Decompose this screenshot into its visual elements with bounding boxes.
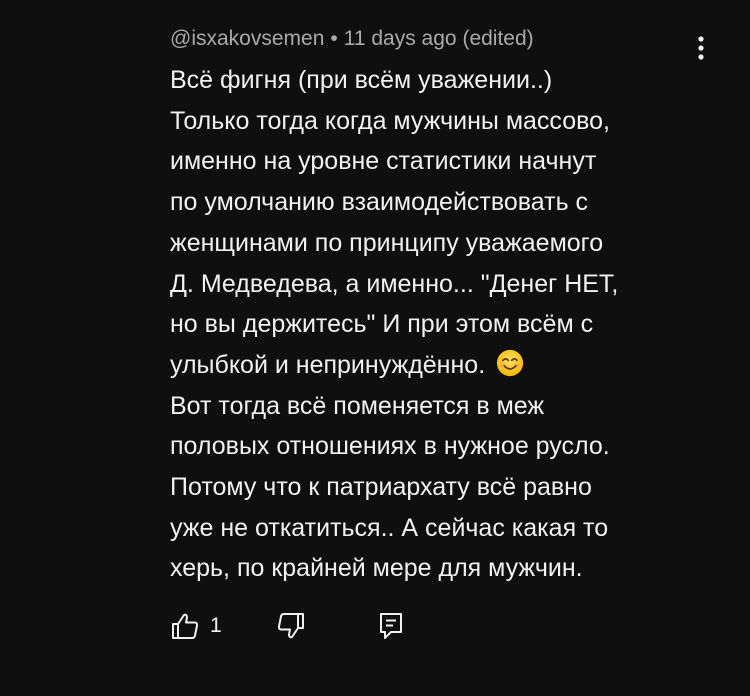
comment-text: Всё фигня (при всём уважении..) Только т…	[170, 60, 690, 589]
smiling-face-emoji	[496, 349, 524, 377]
comment-header: @isxakovsemen • 11 days ago (edited)	[170, 24, 690, 54]
comment-line-with-emoji: улыбкой и непринуждённо.	[170, 345, 690, 386]
comment-line: Всё фигня (при всём уважении..)	[170, 66, 553, 94]
comment-line: улыбкой и непринуждённо.	[170, 350, 486, 379]
thumb-up-icon	[172, 613, 199, 639]
comment-line: именно на уровне статистики начнут	[170, 147, 597, 176]
comment-line: Потому что к патриархату всё равно	[170, 473, 592, 502]
reply-icon	[379, 613, 402, 639]
timestamp[interactable]: 11 days ago	[344, 27, 457, 50]
reply-button[interactable]	[376, 611, 406, 641]
comment-line: Д. Медведева, а именно... "Денег НЕТ,	[170, 269, 619, 298]
edited-label: (edited)	[462, 27, 534, 50]
meta-separator: •	[330, 27, 338, 50]
comment-line: женщинами по принципу уважаемого	[170, 228, 604, 257]
comment: @isxakovsemen • 11 days ago (edited) Всё ф…	[170, 24, 690, 589]
comment-line: херь, по крайней мере для мужчин.	[170, 554, 583, 583]
comment-line: Только тогда когда мужчины массово,	[170, 106, 610, 135]
comment-line: половых отношениях в нужное русло.	[170, 432, 610, 461]
like-button[interactable]: 1	[170, 611, 222, 641]
author-handle[interactable]: @isxakovsemen	[170, 27, 324, 50]
comment-line: по умолчанию взаимодействовать с	[170, 188, 589, 217]
like-count: 1	[210, 614, 222, 637]
kebab-menu-icon[interactable]	[689, 32, 713, 64]
thumb-down-icon	[277, 613, 304, 639]
comment-line: но вы держитесь" И при этом всём с	[170, 310, 594, 339]
dislike-button[interactable]	[276, 611, 306, 641]
comment-actions: 1	[170, 608, 406, 644]
comment-line: уже не откатиться.. А сейчас какая то	[170, 513, 609, 542]
comment-line: Вот тогда всё поменяется в меж	[170, 391, 545, 420]
